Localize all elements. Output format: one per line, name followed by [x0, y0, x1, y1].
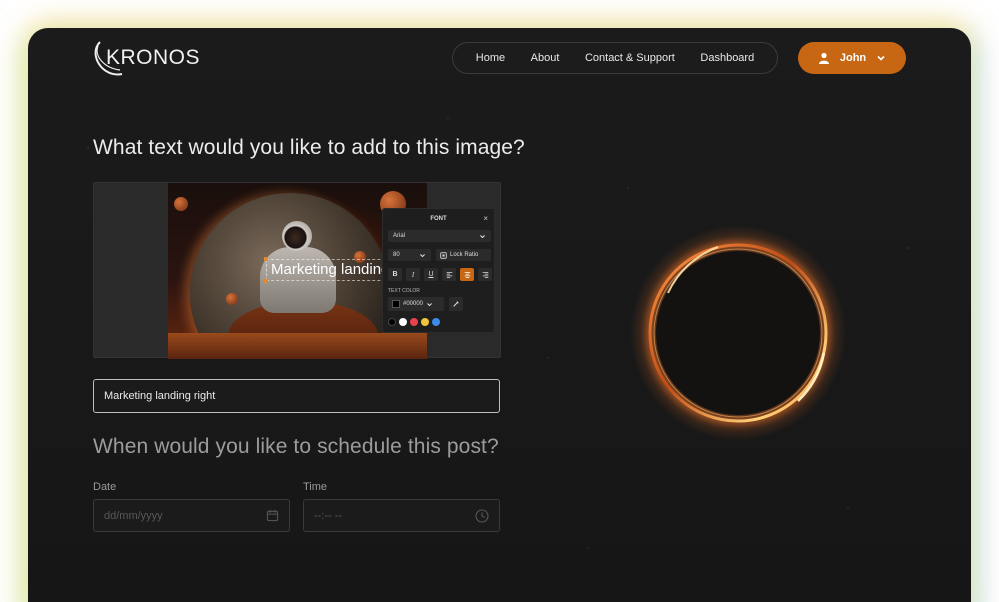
- astronaut-helmet-graphic: [282, 221, 312, 251]
- color-swatches: [388, 318, 440, 326]
- align-left-icon: [446, 272, 452, 278]
- date-label: Date: [93, 481, 117, 493]
- nav-about[interactable]: About: [531, 52, 560, 64]
- time-input[interactable]: --:-- --: [303, 499, 500, 532]
- swatch-red[interactable]: [410, 318, 418, 326]
- align-left-button[interactable]: [442, 268, 456, 281]
- lock-ratio-label: Lock Ratio: [450, 252, 479, 258]
- eyedropper-button[interactable]: [449, 297, 463, 311]
- font-panel-title: FONT: [430, 216, 447, 222]
- ring-graphic: [630, 225, 846, 441]
- eyedropper-icon: [453, 301, 459, 307]
- text-color-select[interactable]: #00000: [388, 297, 444, 311]
- moon-graphic: [226, 293, 238, 305]
- font-family-value: Arial: [393, 233, 406, 239]
- text-color-label: TEXT COLOR: [388, 288, 420, 294]
- italic-button[interactable]: I: [406, 268, 420, 281]
- font-size-value: 80: [393, 252, 400, 258]
- swatch-white[interactable]: [399, 318, 407, 326]
- align-right-icon: [482, 272, 488, 278]
- swatch-yellow[interactable]: [421, 318, 429, 326]
- nav-home[interactable]: Home: [476, 52, 505, 64]
- resize-handle[interactable]: [264, 257, 268, 261]
- ground-graphic: [168, 333, 427, 359]
- lock-ratio-icon: [440, 251, 447, 259]
- logo-text: KRONOS: [106, 46, 201, 69]
- time-placeholder: --:-- --: [314, 509, 343, 522]
- align-center-icon: [464, 272, 470, 278]
- clock-icon[interactable]: [475, 508, 489, 523]
- date-input[interactable]: dd/mm/yyyy: [93, 499, 290, 532]
- kronos-logo[interactable]: KRONOS: [92, 38, 202, 80]
- align-right-button[interactable]: [478, 268, 492, 281]
- swatch-blue[interactable]: [432, 318, 440, 326]
- time-label: Time: [303, 481, 328, 493]
- font-size-select[interactable]: 80: [388, 249, 431, 261]
- chevron-down-icon: [427, 302, 433, 306]
- current-color-swatch: [392, 300, 400, 308]
- app-window: KRONOS Home About Contact & Support Dash…: [28, 28, 971, 602]
- align-center-button[interactable]: [460, 268, 474, 281]
- chevron-down-icon: [420, 253, 425, 257]
- nav-dashboard[interactable]: Dashboard: [700, 52, 754, 64]
- add-text-heading: What text would you like to add to this …: [93, 136, 525, 159]
- font-family-select[interactable]: Arial: [388, 230, 491, 242]
- date-placeholder: dd/mm/yyyy: [104, 509, 163, 522]
- text-color-value: #00000: [403, 301, 424, 307]
- glowing-ring-graphic: [628, 223, 848, 443]
- swatch-black[interactable]: [388, 318, 396, 326]
- bold-button[interactable]: B: [388, 268, 402, 281]
- moon-graphic: [174, 197, 188, 211]
- user-icon: [818, 52, 829, 64]
- main-nav: Home About Contact & Support Dashboard: [452, 42, 778, 74]
- image-editor: Marketing landing right FONT × Arial 80 …: [93, 182, 501, 359]
- chevron-down-icon: [480, 234, 485, 238]
- user-name: John: [839, 52, 867, 64]
- font-panel: FONT × Arial 80 Lock Ratio B I U TEXT CO…: [382, 208, 495, 333]
- underline-button[interactable]: U: [424, 268, 438, 281]
- close-icon[interactable]: ×: [483, 214, 488, 223]
- user-menu-button[interactable]: John: [798, 42, 906, 74]
- schedule-heading: When would you like to schedule this pos…: [93, 435, 499, 458]
- overlay-text-input[interactable]: Marketing landing right: [93, 379, 500, 413]
- calendar-icon[interactable]: [266, 509, 279, 522]
- nav-contact-support[interactable]: Contact & Support: [585, 52, 675, 64]
- lock-ratio-toggle[interactable]: Lock Ratio: [436, 249, 491, 261]
- resize-handle[interactable]: [264, 279, 268, 283]
- chevron-down-icon: [877, 55, 885, 61]
